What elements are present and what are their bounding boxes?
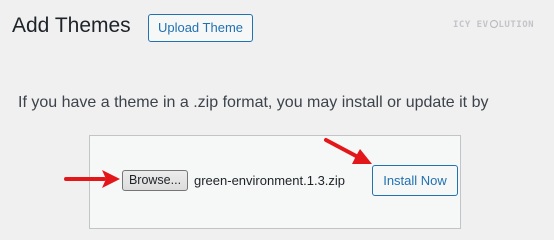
watermark-o-icon bbox=[489, 20, 498, 28]
install-now-button[interactable]: Install Now bbox=[372, 165, 458, 196]
arrow-right-annotation-icon bbox=[64, 170, 120, 188]
watermark-text-left: ICY EV bbox=[453, 20, 489, 30]
upload-theme-button[interactable]: Upload Theme bbox=[148, 14, 253, 42]
watermark-logo: ICY EV LUTION bbox=[453, 20, 534, 30]
selected-file-name: green-environment.1.3.zip bbox=[194, 173, 346, 188]
page-title: Add Themes bbox=[12, 14, 131, 37]
watermark-text-right: LUTION bbox=[498, 20, 535, 30]
browse-button[interactable]: Browse... bbox=[122, 170, 188, 191]
arrow-diagonal-annotation-icon bbox=[324, 138, 372, 164]
upload-instructions: If you have a theme in a .zip format, yo… bbox=[18, 94, 489, 111]
